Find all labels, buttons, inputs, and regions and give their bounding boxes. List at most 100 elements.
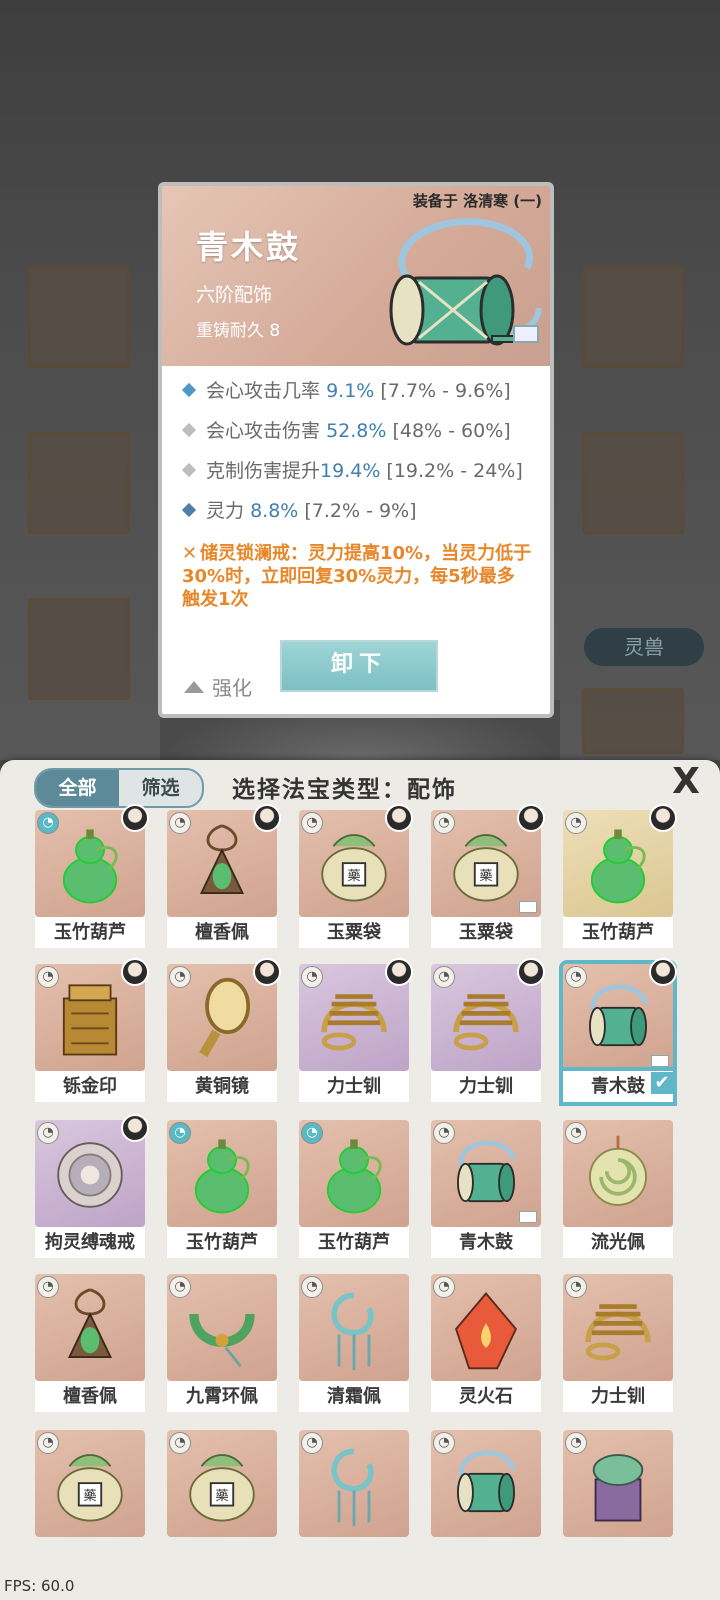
item-card[interactable]: ◔ 青木鼓 xyxy=(431,1120,541,1260)
item-card[interactable]: ◔ 玉竹葫芦 xyxy=(299,1120,409,1260)
item-card[interactable]: ◔ 檀香佩 xyxy=(167,804,281,950)
item-thumbnail: ◔ xyxy=(35,1274,145,1381)
item-card[interactable]: ◔ 檀香佩 xyxy=(35,1274,145,1414)
spirit-type-icon: ◔ xyxy=(565,1276,587,1298)
spirit-type-icon: ◔ xyxy=(433,1276,455,1298)
item-card[interactable]: ◔ 拘灵缚魂戒 xyxy=(35,1114,149,1260)
item-thumbnail: ◔ xyxy=(563,804,677,917)
spirit-type-icon: ◔ xyxy=(565,812,587,834)
stat-line: 会心攻击伤害 52.8% [48% - 60%] xyxy=(180,416,540,456)
bg-equip-slot xyxy=(582,266,684,368)
fps-counter: FPS: 60.0 xyxy=(4,1577,75,1595)
item-thumbnail: ◔ xyxy=(167,804,281,917)
frost-icon xyxy=(331,1292,374,1371)
item-card[interactable]: ◔ 清霜佩 xyxy=(299,1274,409,1414)
item-card[interactable]: ◔ xyxy=(431,1430,541,1570)
tab-all[interactable]: 全部 xyxy=(36,770,119,806)
item-card[interactable]: ◔ 玉竹葫芦 xyxy=(35,804,149,950)
item-label: 灵火石 xyxy=(431,1381,541,1412)
stat-line: 会心攻击几率 9.1% [7.7% - 9.6%] xyxy=(180,376,540,416)
checkmark-icon: ✔ xyxy=(651,1072,673,1094)
item-card[interactable]: ◔ 灵火石 xyxy=(431,1274,541,1414)
item-label: 九霄环佩 xyxy=(167,1381,277,1412)
item-card[interactable]: ◔ 玉竹葫芦 xyxy=(167,1120,277,1260)
item-label: 力士钏 xyxy=(431,1071,541,1102)
effect-text: 储灵锁澜戒：灵力提高10%，当灵力低于30%时，立即回复30%灵力，每5秒最多触… xyxy=(182,543,532,610)
item-card[interactable]: ◔ xyxy=(299,1430,409,1570)
item-label: 黄铜镜 xyxy=(167,1071,277,1102)
item-label: 力士钏 xyxy=(299,1071,409,1102)
spirit-type-icon: ◔ xyxy=(565,1432,587,1454)
item-label: 玉竹葫芦 xyxy=(563,917,673,948)
spirit-type-icon: ◔ xyxy=(37,966,59,988)
item-card[interactable]: 藥 ◔ 玉粟袋 xyxy=(299,804,413,950)
item-thumbnail: ◔ xyxy=(431,1120,541,1227)
stat-diamond-icon xyxy=(181,422,197,438)
frost-icon xyxy=(331,1448,374,1527)
bag-icon: 藥 xyxy=(453,834,519,902)
svg-text:藥: 藥 xyxy=(83,1488,96,1504)
owner-avatar xyxy=(121,1114,149,1142)
item-tier: 六阶配饰 xyxy=(196,284,273,306)
special-effect: ✕ 储灵锁澜戒：灵力提高10%，当灵力低于30%时，立即回复30%灵力，每5秒最多… xyxy=(182,542,532,611)
drum-icon xyxy=(457,1140,517,1203)
spirit-type-icon: ◔ xyxy=(433,1122,455,1144)
item-card[interactable]: ◔ xyxy=(563,1430,673,1570)
arrow-up-icon xyxy=(184,681,204,693)
gourd-icon xyxy=(590,829,646,904)
chest-icon xyxy=(519,1211,537,1223)
bg-equip-slot xyxy=(28,432,130,534)
item-card[interactable]: ◔ 力士钏 xyxy=(563,1274,673,1414)
spirit-type-icon: ◔ xyxy=(301,1432,323,1454)
item-thumbnail: 藥 ◔ xyxy=(167,1430,277,1537)
spirit-type-icon: ◔ xyxy=(565,1122,587,1144)
item-thumbnail: ◔ xyxy=(431,1430,541,1537)
owner-avatar xyxy=(517,958,545,986)
close-icon[interactable]: X xyxy=(666,762,706,802)
item-card[interactable]: 藥 ◔ xyxy=(35,1430,145,1570)
spirit-type-icon: ◔ xyxy=(433,1432,455,1454)
drum-icon xyxy=(589,984,649,1047)
spirit-type-icon: ◔ xyxy=(37,1276,59,1298)
item-thumbnail: ◔ xyxy=(299,1274,409,1381)
gourd-icon xyxy=(326,1139,382,1214)
spirit-type-icon: ◔ xyxy=(433,812,455,834)
gourd-icon xyxy=(194,1139,250,1214)
enhance-button[interactable]: 强化 xyxy=(184,672,252,701)
item-thumbnail: ◔ xyxy=(167,1274,277,1381)
item-card[interactable]: ◔ 力士钏 xyxy=(431,958,545,1104)
bg-equip-slot xyxy=(28,266,130,368)
item-card[interactable]: ◔ 力士钏 xyxy=(299,958,413,1104)
spirit-type-icon: ◔ xyxy=(169,812,191,834)
effect-rune-icon: ✕ xyxy=(182,543,198,564)
stat-diamond-icon xyxy=(181,382,197,398)
item-card[interactable]: ◔ 九霄环佩 xyxy=(167,1274,277,1414)
item-card[interactable]: ◔ 黄铜镜 xyxy=(167,958,281,1104)
item-card[interactable]: 藥 ◔ 玉粟袋 xyxy=(431,804,545,950)
item-card[interactable]: ◔ 流光佩 xyxy=(563,1120,673,1260)
bg-equip-slot xyxy=(582,432,684,534)
tab-filter[interactable]: 筛选 xyxy=(119,770,202,806)
item-thumbnail: ◔ xyxy=(431,1274,541,1381)
item-label: 青木鼓 xyxy=(431,1227,541,1258)
item-card[interactable]: ◔ 玉竹葫芦 xyxy=(563,804,677,950)
spirit-type-icon: ◔ xyxy=(433,966,455,988)
spirit-type-icon: ◔ xyxy=(301,1122,323,1144)
svg-text:藥: 藥 xyxy=(215,1488,228,1504)
spirit-type-icon: ◔ xyxy=(169,1122,191,1144)
drum-icon xyxy=(389,218,542,346)
item-card[interactable]: ◔ 铄金印 xyxy=(35,958,149,1104)
item-card[interactable]: 藥 ◔ xyxy=(167,1430,277,1570)
item-thumbnail: ◔ xyxy=(299,1120,409,1227)
spirit-type-icon: ◔ xyxy=(565,966,587,988)
chest-icon xyxy=(651,1055,669,1067)
item-label: 玉粟袋 xyxy=(431,917,541,948)
item-label: 玉竹葫芦 xyxy=(167,1227,277,1258)
drum-icon xyxy=(457,1450,517,1513)
item-thumbnail: ◔ xyxy=(431,958,545,1071)
item-thumbnail: ◔ xyxy=(563,958,677,1071)
unequip-button[interactable]: 卸下 xyxy=(280,640,438,692)
panel-title: 选择法宝类型：配饰 xyxy=(232,777,457,803)
item-card[interactable]: ◔ 青木鼓 ✔ xyxy=(563,958,677,1104)
bag-icon: 藥 xyxy=(57,1454,123,1522)
